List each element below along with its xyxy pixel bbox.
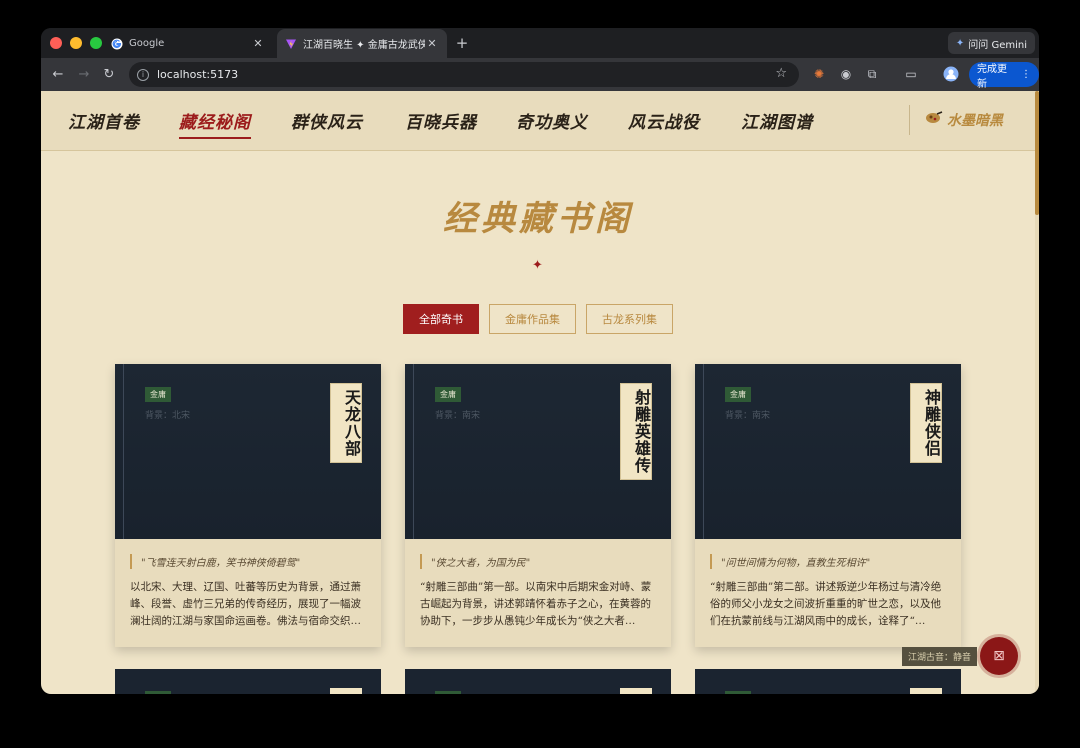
gemini-button[interactable]: ✦ 问问 Gemini [947,32,1035,54]
author-tag: 金庸 [435,387,461,402]
tab-strip: Google ✕ 江湖百晓生 ✦ 金庸古龙武侠大 ✕ + ✦ 问问 Gemini [41,28,1039,58]
theme-toggle[interactable]: 水墨暗黑 [925,110,1003,130]
cover-spine-line [703,364,704,539]
tab-jianghu[interactable]: 江湖百晓生 ✦ 金庸古龙武侠大 ✕ [277,29,447,58]
nav-item-library[interactable]: 藏经秘阁 [179,108,251,139]
scrollbar-thumb[interactable] [1035,91,1039,215]
book-title: 神雕侠侣 [910,383,942,463]
extension-circle-icon[interactable]: ◉ [838,66,854,82]
tab-title: 江湖百晓生 ✦ 金庸古龙武侠大 [303,40,425,51]
section-title: 经典藏书阁 [443,199,633,239]
mute-icon: ⊠ [993,648,1005,664]
page-viewport: 江湖首卷 藏经秘阁 群侠风云 百晓兵器 奇功奥义 风云战役 江湖图谱 水墨暗黑 … [41,91,1039,694]
book-setting: 背景：南宋 [725,411,771,421]
update-label: 完成更新 [977,63,1007,90]
author-tag: 金庸 [725,387,751,402]
url-text: localhost:5173 [157,68,239,81]
extension-burst-icon[interactable]: ✺ [811,66,827,82]
ink-brush-icon [925,111,943,129]
close-window-button[interactable] [50,37,62,49]
music-toggle-button[interactable]: ⊠ [980,637,1018,675]
reload-icon[interactable]: ↻ [100,66,118,84]
book-quote: "飞雪连天射白鹿，笑书神侠倚碧鸳" [130,554,300,569]
book-title-plate [620,688,652,694]
book-description: “射雕三部曲”第一部。以南宋中后期宋金对峙、蒙古崛起为背景，讲述郭靖怀着赤子之心… [420,581,652,627]
book-description: 以北宋、大理、辽国、吐蕃等历史为背景，通过萧峰、段誉、虚竹三兄弟的传奇经历，展现… [130,581,361,627]
book-title-plate [910,688,942,694]
nav-item-heroes[interactable]: 群侠风云 [291,108,363,133]
nav-divider [909,105,910,135]
diamond-ornament-icon: ✦ [532,258,543,273]
book-card[interactable]: 金庸 背景：南宋 射雕英雄传 "侠之大者，为国为民" “射雕三部曲”第一部。以南… [405,364,671,647]
tab-google[interactable]: Google ✕ [103,29,273,58]
filter-gulong-button[interactable]: 古龙系列集 [586,304,673,334]
book-quote: "问世间情为何物，直教生死相许" [710,554,870,569]
filter-jinyong-button[interactable]: 金庸作品集 [489,304,576,334]
book-card-partial[interactable] [115,669,381,694]
update-button[interactable]: 完成更新 ⋮ [969,62,1039,90]
tab-title: Google [129,38,165,49]
forward-icon[interactable]: → [75,66,93,84]
book-card[interactable]: 金庸 背景：南宋 神雕侠侣 "问世间情为何物，直教生死相许" “射雕三部曲”第二… [695,364,961,647]
book-cover: 金庸 背景：北宋 天龙八部 [115,364,381,539]
nav-item-home[interactable]: 江湖首卷 [68,108,140,133]
bookmark-star-icon[interactable]: ☆ [775,66,787,81]
theme-toggle-label: 水墨暗黑 [947,113,1003,129]
book-title-plate [330,688,362,694]
book-card-partial[interactable] [405,669,671,694]
minimize-window-button[interactable] [70,37,82,49]
browser-window: Google ✕ 江湖百晓生 ✦ 金庸古龙武侠大 ✕ + ✦ 问问 Gemini… [41,28,1039,694]
google-icon [111,38,123,50]
author-tag [725,691,751,694]
extensions-puzzle-icon[interactable]: ⧉ [864,66,880,82]
cover-spine-line [413,364,414,539]
close-tab-icon[interactable]: ✕ [425,37,439,50]
book-card-partial[interactable] [695,669,961,694]
book-cover: 金庸 背景：南宋 射雕英雄传 [405,364,671,539]
maximize-window-button[interactable] [90,37,102,49]
scrollbar[interactable] [1035,91,1039,694]
nav-item-map[interactable]: 江湖图谱 [741,108,813,133]
book-setting: 背景：南宋 [435,411,481,421]
back-icon[interactable]: ← [49,66,67,84]
more-menu-icon: ⋮ [1021,69,1031,80]
music-status-label: 江湖古音：静音 [902,647,978,666]
new-tab-button[interactable]: + [453,34,471,52]
reading-list-icon[interactable]: ▭ [903,66,919,82]
book-setting: 背景：北宋 [145,411,191,421]
author-tag [435,691,461,694]
nav-item-martial-arts[interactable]: 奇功奥义 [516,108,588,133]
browser-toolbar: ← → ↻ i localhost:5173 ☆ ✺ ◉ ⧉ ▭ 完成更新 ⋮ [41,58,1039,91]
profile-avatar[interactable] [943,66,959,82]
book-card[interactable]: 金庸 背景：北宋 天龙八部 "飞雪连天射白鹿，笑书神侠倚碧鸳" 以北宋、大理、辽… [115,364,381,647]
book-title: 射雕英雄传 [620,383,652,480]
book-title: 天龙八部 [330,383,362,463]
book-quote: "侠之大者，为国为民" [420,554,530,569]
gemini-icon: ✦ [955,37,965,49]
address-bar[interactable]: i localhost:5173 ☆ [129,62,799,87]
site-nav: 江湖首卷 藏经秘阁 群侠风云 百晓兵器 奇功奥义 风云战役 江湖图谱 水墨暗黑 [41,91,1035,151]
filter-all-button[interactable]: 全部奇书 [403,304,479,334]
vite-icon [285,38,297,50]
book-description: “射雕三部曲”第二部。讲述叛逆少年杨过与清冷绝俗的师父小龙女之间波折重重的旷世之… [710,581,942,627]
nav-item-weapons[interactable]: 百晓兵器 [405,108,477,133]
author-tag [145,691,171,694]
site-info-icon[interactable]: i [137,68,149,81]
book-cover: 金庸 背景：南宋 神雕侠侣 [695,364,961,539]
gemini-label: 问问 Gemini [968,39,1027,51]
nav-item-battles[interactable]: 风云战役 [628,108,700,133]
close-tab-icon[interactable]: ✕ [251,37,265,50]
cover-spine-line [123,364,124,539]
author-tag: 金庸 [145,387,171,402]
